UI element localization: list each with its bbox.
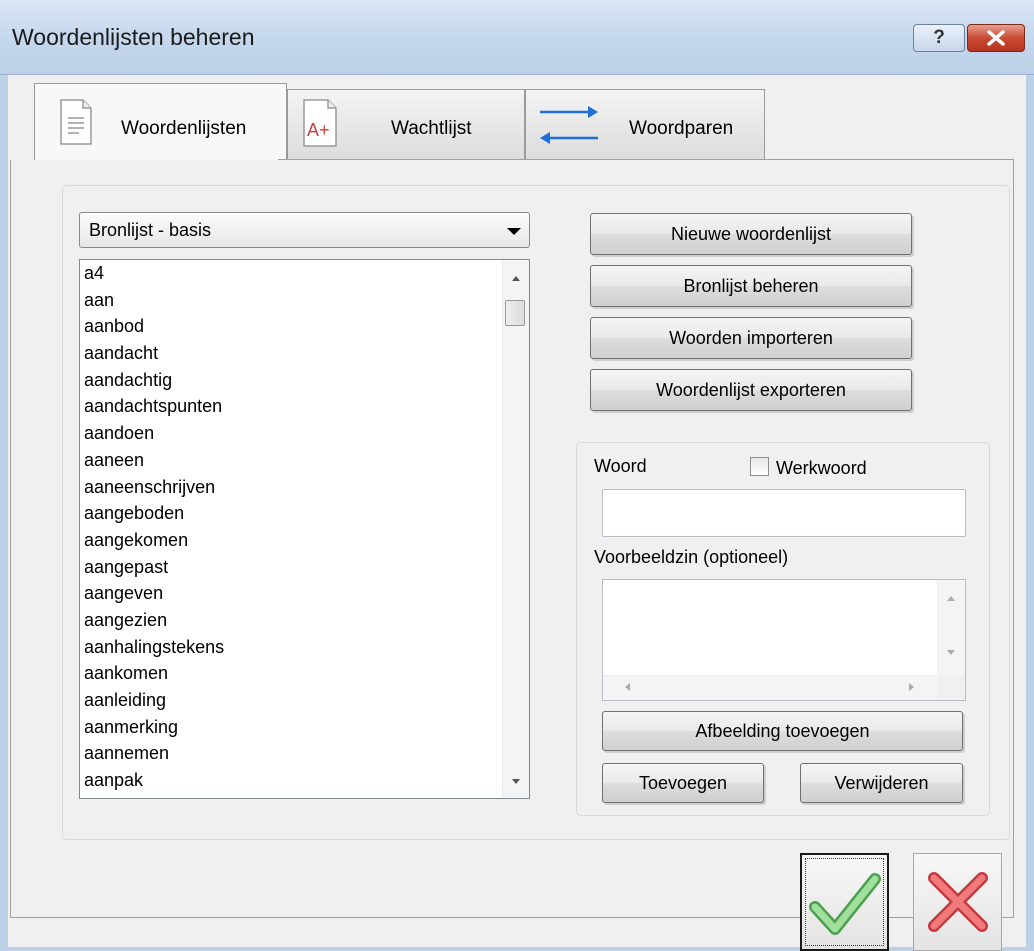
close-icon bbox=[987, 30, 1005, 46]
manage-source-button[interactable]: Bronlijst beheren bbox=[590, 265, 912, 307]
word-listbox[interactable]: a4 aan aanbod aandacht aandachtig aandachtspu… bbox=[79, 259, 530, 799]
scroll-up-icon[interactable] bbox=[947, 596, 955, 601]
list-item[interactable]: aannemen bbox=[84, 740, 494, 767]
scroll-corner bbox=[938, 676, 965, 700]
tab-woordparen[interactable]: Woordparen bbox=[525, 89, 765, 161]
scroll-left-icon[interactable] bbox=[625, 683, 630, 691]
word-label: Woord bbox=[594, 456, 647, 476]
list-item[interactable]: aankomen bbox=[84, 660, 494, 687]
list-item[interactable]: aandachtig bbox=[84, 367, 494, 394]
new-wordlist-button[interactable]: Nieuwe woordenlijst bbox=[590, 213, 912, 255]
example-label: Voorbeeldzin (optioneel) bbox=[594, 547, 789, 567]
list-item[interactable]: aandoen bbox=[84, 420, 494, 447]
wordlist-select[interactable]: Bronlijst - basis bbox=[79, 212, 530, 248]
example-sentence-input[interactable] bbox=[602, 579, 966, 701]
list-item[interactable]: aandacht bbox=[84, 340, 494, 367]
red-x-icon bbox=[928, 872, 988, 932]
help-button[interactable]: ? bbox=[913, 24, 965, 52]
close-button[interactable] bbox=[967, 24, 1025, 52]
verb-label[interactable]: Werkwoord bbox=[776, 458, 867, 479]
scroll-down-icon[interactable] bbox=[947, 650, 955, 655]
scroll-up-icon[interactable] bbox=[512, 276, 520, 281]
document-icon bbox=[60, 99, 92, 145]
list-item[interactable]: aanbod bbox=[84, 313, 494, 340]
list-item[interactable]: aanpakken bbox=[84, 794, 494, 798]
word-items: a4 aan aanbod aandacht aandachtig aandachtspu… bbox=[84, 260, 494, 798]
scroll-right-icon[interactable] bbox=[909, 683, 914, 691]
list-item[interactable]: aandachtspunten bbox=[84, 393, 494, 420]
title-bar: Woordenlijsten beheren ? bbox=[0, 0, 1034, 75]
scroll-down-icon[interactable] bbox=[512, 779, 520, 784]
svg-text:A+: A+ bbox=[307, 120, 330, 140]
ok-button[interactable] bbox=[800, 853, 889, 951]
list-item[interactable]: aanpak bbox=[84, 767, 494, 794]
remove-word-button[interactable]: Verwijderen bbox=[800, 763, 963, 803]
list-item[interactable]: a4 bbox=[84, 260, 494, 287]
cancel-button[interactable] bbox=[913, 853, 1002, 951]
add-word-button[interactable]: Toevoegen bbox=[602, 763, 764, 803]
list-item[interactable]: aangeven bbox=[84, 580, 494, 607]
verb-checkbox[interactable] bbox=[750, 457, 769, 476]
window-title: Woordenlijsten beheren bbox=[12, 24, 255, 50]
tab-label: Wachtlijst bbox=[391, 118, 472, 139]
memo-vscrollbar[interactable] bbox=[937, 580, 965, 676]
swap-arrows-icon bbox=[540, 106, 598, 144]
tab-label: Woordenlijsten bbox=[121, 118, 247, 139]
list-item[interactable]: aanleiding bbox=[84, 687, 494, 714]
add-image-button[interactable]: Afbeelding toevoegen bbox=[602, 711, 963, 751]
word-input[interactable] bbox=[602, 489, 966, 537]
list-item[interactable]: aangezien bbox=[84, 607, 494, 634]
list-item[interactable]: aaneen bbox=[84, 447, 494, 474]
list-item[interactable]: aangekomen bbox=[84, 527, 494, 554]
memo-hscrollbar[interactable] bbox=[603, 675, 938, 700]
tab-woordenlijsten[interactable]: Woordenlijsten bbox=[34, 83, 287, 161]
export-wordlist-button[interactable]: Woordenlijst exporteren bbox=[590, 369, 912, 411]
list-item[interactable]: aanmerking bbox=[84, 714, 494, 741]
tab-label: Woordparen bbox=[629, 118, 734, 139]
import-words-button[interactable]: Woorden importeren bbox=[590, 317, 912, 359]
list-item[interactable]: aanhalingstekens bbox=[84, 634, 494, 661]
list-scrollbar[interactable] bbox=[502, 260, 529, 798]
tab-wachtlijst[interactable]: A+ Wachtlijst bbox=[287, 89, 525, 161]
scroll-thumb[interactable] bbox=[505, 300, 525, 326]
list-item[interactable]: aan bbox=[84, 287, 494, 314]
dialog-client: Woordenlijsten A+ Wachtlijst Woordparen … bbox=[8, 75, 1026, 951]
list-item[interactable]: aangeboden bbox=[84, 500, 494, 527]
a-plus-document-icon: A+ bbox=[303, 99, 337, 147]
wordlist-select-value: Bronlijst - basis bbox=[89, 220, 212, 240]
checkmark-icon bbox=[809, 873, 881, 935]
list-item[interactable]: aaneenschrijven bbox=[84, 474, 494, 501]
dropdown-arrow-icon bbox=[507, 228, 521, 235]
list-item[interactable]: aangepast bbox=[84, 554, 494, 581]
